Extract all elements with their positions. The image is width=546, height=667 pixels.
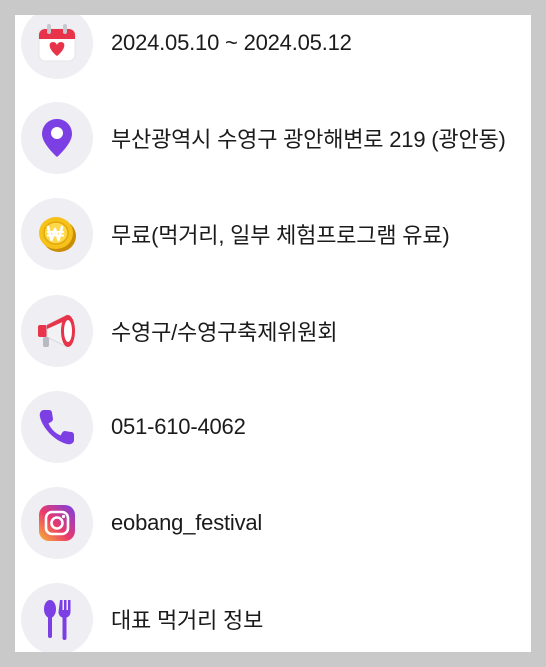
info-row-instagram[interactable]: eobang_festival: [21, 487, 531, 559]
info-row-address-text: 부산광역시 수영구 광안해변로 219 (광안동): [111, 127, 506, 152]
info-row-food-text[interactable]: 대표 먹거리 정보: [111, 603, 263, 635]
info-row-instagram-text[interactable]: eobang_festival: [111, 510, 262, 536]
info-row-food[interactable]: 대표 먹거리 정보: [21, 583, 531, 652]
info-row-date: 2024.05.10 ~ 2024.05.12: [21, 15, 531, 79]
info-row-price-text: 무료(먹거리, 일부 체험프로그램 유료): [111, 223, 450, 248]
info-row-phone[interactable]: 051-610-4062: [21, 391, 531, 463]
phone-icon: [39, 410, 74, 445]
instagram-icon-badge: [21, 487, 93, 559]
location-pin-icon: [42, 119, 72, 157]
info-row-organizer-text: 수영구/수영구축제위원회: [111, 320, 338, 345]
calendar-heart-icon: [38, 24, 76, 62]
info-row-phone-text[interactable]: 051-610-4062: [111, 414, 246, 440]
won-coin-icon: [39, 217, 76, 252]
info-row-organizer: 수영구/수영구축제위원회: [21, 295, 531, 367]
food-icon-badge: [21, 583, 93, 652]
info-row-address: 부산광역시 수영구 광안해변로 219 (광안동): [21, 102, 531, 174]
spoon-fork-icon: [44, 600, 71, 640]
instagram-icon: [39, 505, 75, 541]
phone-icon-badge: [21, 391, 93, 463]
price-icon-badge: [21, 198, 93, 270]
megaphone-icon: [38, 314, 75, 348]
festival-info-card: 2024.05.10 ~ 2024.05.12 부산광역시 수영구 광안해변로 …: [15, 15, 531, 652]
info-row-date-text: 2024.05.10 ~ 2024.05.12: [111, 30, 352, 55]
location-icon-badge: [21, 102, 93, 174]
calendar-icon-badge: [21, 15, 93, 79]
info-row-price: 무료(먹거리, 일부 체험프로그램 유료): [21, 198, 531, 270]
megaphone-icon-badge: [21, 295, 93, 367]
